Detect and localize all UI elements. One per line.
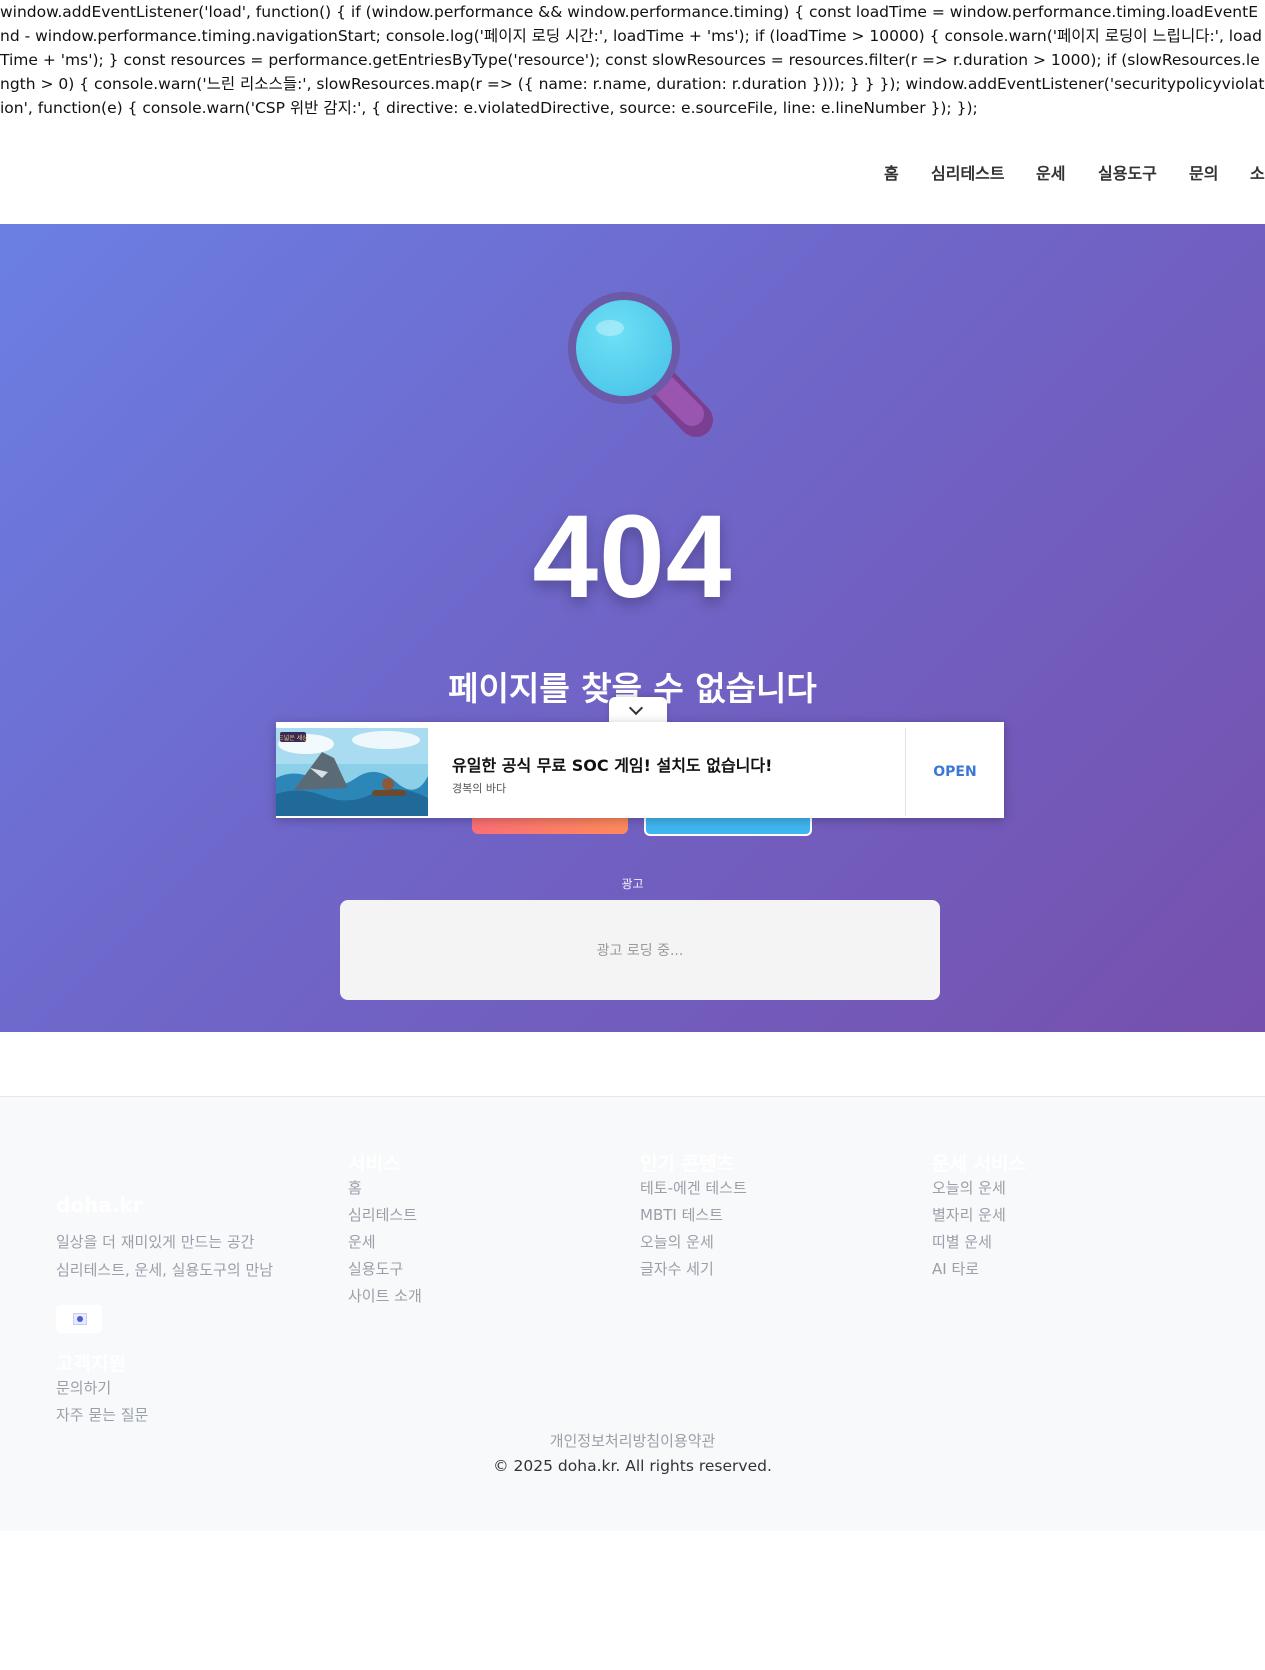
error-code: 404	[532, 491, 733, 623]
banner-ad[interactable]: 드넓은 세상 유일한 공식 무료 SOC 게임! 설치도 없습니다! 경복의 바…	[276, 722, 1004, 818]
footer-heading-fortune: 운세 서비스	[932, 1153, 1027, 1175]
footer-link-today-fortune[interactable]: 오늘의 운세	[932, 1175, 1026, 1202]
nav-item-tools[interactable]: 실용도구	[1098, 160, 1157, 184]
korea-flag-icon	[73, 1313, 87, 1325]
footer-link-chinese-zodiac[interactable]: 띠별 운세	[932, 1229, 1026, 1256]
footer-link-char-count[interactable]: 글자수 세기	[640, 1256, 747, 1283]
banner-ad-image[interactable]: 드넓은 세상	[276, 728, 428, 816]
nav-item-home[interactable]: 홈	[884, 160, 899, 184]
banner-subtitle: 경복의 바다	[452, 782, 507, 795]
magnifier-icon	[568, 292, 713, 437]
footer-link-ai-tarot[interactable]: AI 타로	[932, 1256, 1026, 1283]
banner-open-button[interactable]: OPEN	[906, 728, 1004, 816]
ad-slot: 광고 로딩 중...	[340, 900, 940, 1000]
site-footer: doha.kr 일상을 더 재미있게 만드는 공간 심리테스트, 운세, 실용도…	[0, 1096, 1265, 1531]
leaked-script-text: window.addEventListener('load', function…	[0, 3, 1265, 117]
footer-link-faq[interactable]: 자주 묻는 질문	[56, 1402, 148, 1429]
footer-link-home[interactable]: 홈	[348, 1175, 422, 1202]
banner-collapse-button[interactable]	[609, 697, 667, 723]
footer-link-zodiac[interactable]: 별자리 운세	[932, 1202, 1026, 1229]
footer-link-contact[interactable]: 문의하기	[56, 1375, 148, 1402]
footer-link-teto-egen[interactable]: 테토-에겐 테스트	[640, 1175, 747, 1202]
footer-tagline-1: 일상을 더 재미있게 만드는 공간	[56, 1233, 255, 1251]
footer-link-mbti[interactable]: MBTI 테스트	[640, 1202, 747, 1229]
footer-tagline-2: 심리테스트, 운세, 실용도구의 만남	[56, 1261, 274, 1279]
banner-image-text: 드넓은 세상	[278, 734, 308, 742]
footer-link-tools[interactable]: 실용도구	[348, 1256, 422, 1283]
footer-link-fortune[interactable]: 운세	[348, 1229, 422, 1256]
footer-col-services: 서비스 홈 심리테스트 운세 실용도구 사이트 소개	[348, 1149, 422, 1310]
footer-heading-services: 서비스	[348, 1153, 401, 1175]
footer-link-about[interactable]: 사이트 소개	[348, 1283, 422, 1310]
footer-policy-links[interactable]: 개인정보처리방침이용약관	[0, 1430, 1265, 1451]
top-nav: 홈 심리테스트 운세 실용도구 문의 소	[0, 160, 1265, 184]
chevron-down-icon	[628, 700, 644, 716]
footer-heading-popular: 인기 콘텐츠	[640, 1153, 735, 1175]
footer-link-psych-test[interactable]: 심리테스트	[348, 1202, 422, 1229]
footer-link-daily-fortune[interactable]: 오늘의 운세	[640, 1229, 747, 1256]
nav-item-contact[interactable]: 문의	[1189, 160, 1218, 184]
nav-item-fortune[interactable]: 운세	[1036, 160, 1065, 184]
footer-col-fortune: 운세 서비스 오늘의 운세 별자리 운세 띠별 운세 AI 타로	[932, 1149, 1026, 1283]
nav-item-about[interactable]: 소	[1250, 160, 1265, 184]
ad-loading-text: 광고 로딩 중...	[596, 943, 684, 959]
footer-brand[interactable]: doha.kr	[56, 1193, 143, 1217]
footer-heading-support: 고객지원	[56, 1353, 126, 1375]
ad-caption: 광고	[621, 877, 644, 891]
footer-col-support: 고객지원 문의하기 자주 묻는 질문	[56, 1349, 148, 1429]
language-selector[interactable]	[56, 1305, 102, 1333]
banner-headline: 유일한 공식 무료 SOC 게임! 설치도 없습니다!	[452, 756, 773, 775]
footer-copyright: © 2025 doha.kr. All rights reserved.	[493, 1457, 772, 1475]
footer-col-popular: 인기 콘텐츠 테토-에겐 테스트 MBTI 테스트 오늘의 운세 글자수 세기	[640, 1149, 747, 1283]
nav-item-psych-test[interactable]: 심리테스트	[931, 160, 1005, 184]
hero-404: 404 페이지를 찾을 수 없습니다 광고 광고 로딩 중...	[0, 224, 1265, 1032]
